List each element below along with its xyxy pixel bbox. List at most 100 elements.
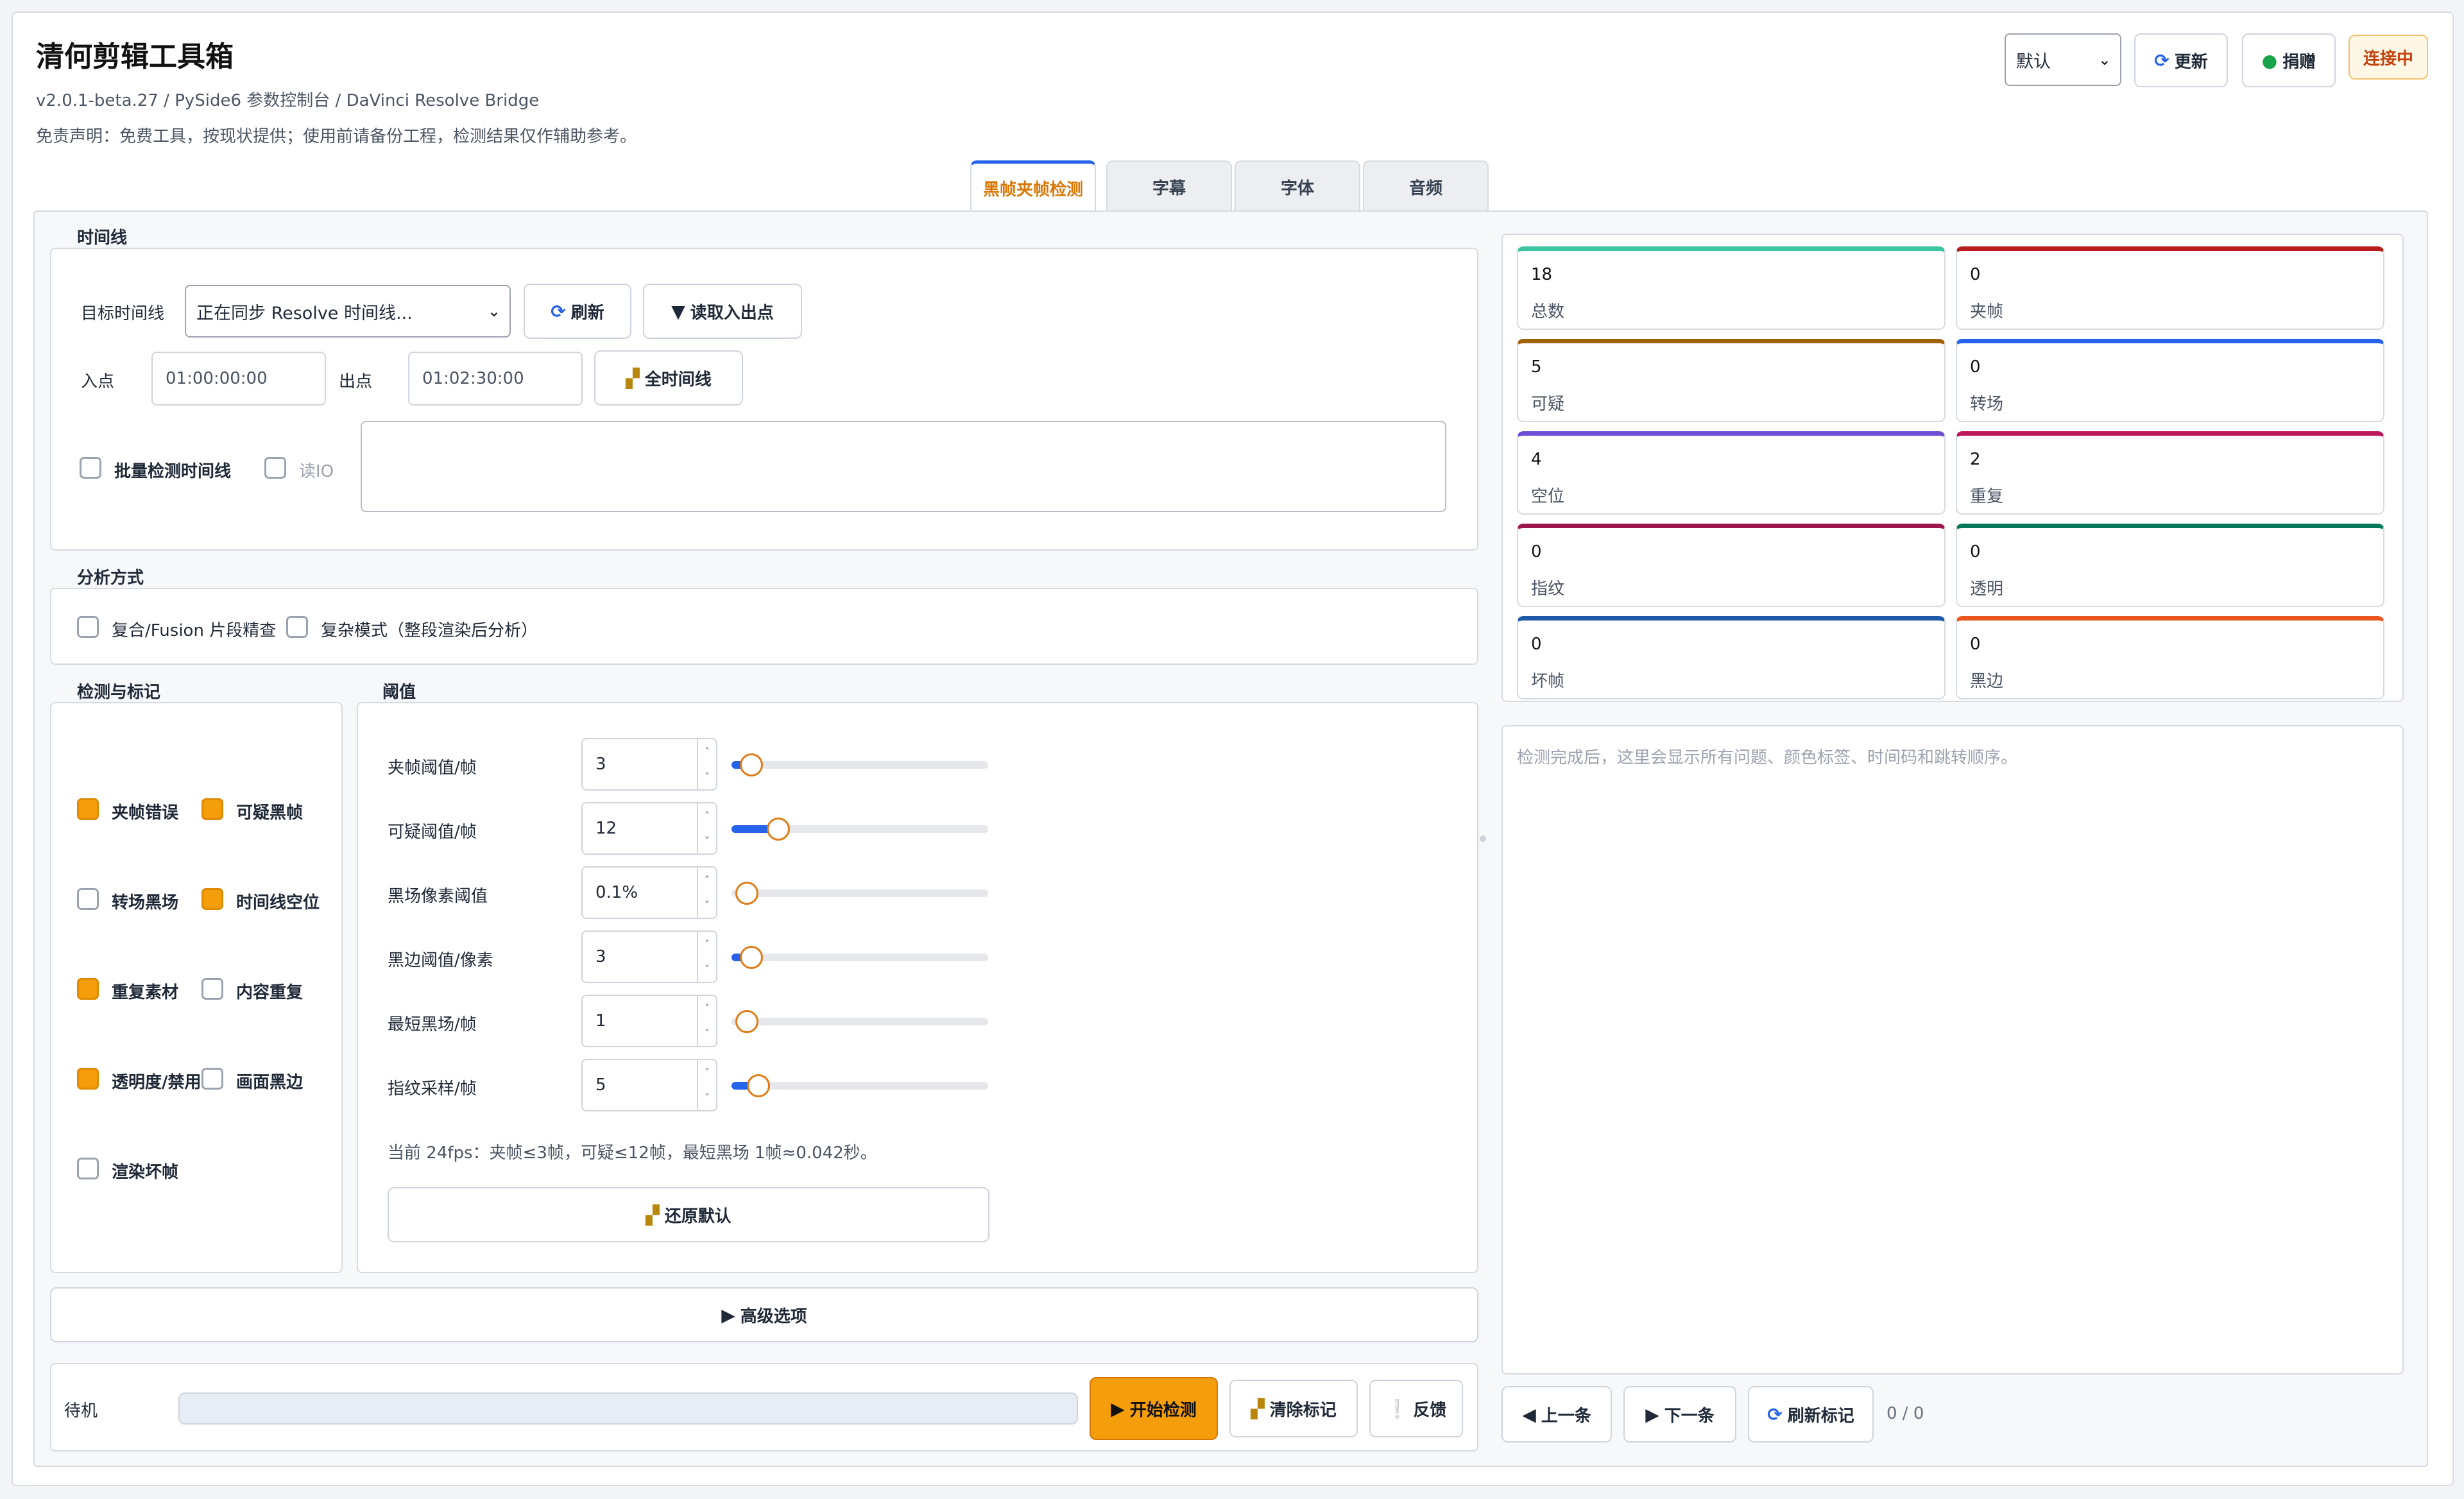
step-up-icon[interactable]: ˄ — [705, 810, 710, 822]
batch-detect-checkbox[interactable] — [80, 457, 101, 479]
detect-checkbox[interactable] — [77, 978, 99, 1000]
read-io-checkbox[interactable] — [264, 457, 286, 479]
full-timeline-button[interactable]: ▞ 全时间线 — [594, 350, 743, 406]
target-timeline-select[interactable]: 正在同步 Resolve 时间线... ⌄ — [185, 285, 511, 338]
detect-checkbox[interactable] — [201, 888, 223, 910]
read-io-button[interactable]: ▼ 读取入出点 — [643, 284, 802, 339]
clear-marks-button[interactable]: ▞ 清除标记 — [1229, 1380, 1358, 1437]
slider-handle[interactable] — [735, 1010, 758, 1033]
stat-card[interactable]: 0 夹帧 — [1956, 246, 2384, 330]
threshold-spinbox[interactable]: 3 ˄ ˅ — [581, 738, 717, 791]
next-issue-button[interactable]: ▶ 下一条 — [1623, 1386, 1736, 1443]
update-button[interactable]: ⟳ 更新 — [2134, 33, 2228, 87]
complex-mode-checkbox[interactable] — [286, 616, 308, 638]
stepper-arrows[interactable]: ˄ ˅ — [697, 996, 716, 1046]
step-up-icon[interactable]: ˄ — [705, 746, 710, 758]
threshold-spinbox[interactable]: 3 ˄ ˅ — [581, 930, 717, 983]
threshold-slider[interactable] — [732, 1010, 988, 1033]
stat-card[interactable]: 0 黑边 — [1956, 616, 2384, 699]
threshold-slider[interactable] — [732, 882, 988, 905]
threshold-spinbox[interactable]: 12 ˄ ˅ — [581, 802, 717, 855]
threshold-label: 夹帧阈值/帧 — [388, 758, 477, 778]
in-point-label: 入点 — [81, 372, 115, 391]
threshold-slider[interactable] — [732, 753, 988, 776]
detect-checkbox[interactable] — [201, 978, 223, 1000]
donate-button[interactable]: ● 捐赠 — [2242, 33, 2336, 87]
stat-value: 0 — [1970, 357, 1981, 377]
refresh-marks-label: 刷新标记 — [1787, 1406, 1854, 1426]
stat-card[interactable]: 2 重复 — [1956, 431, 2384, 515]
detect-checkbox[interactable] — [77, 1158, 99, 1179]
stepper-arrows[interactable]: ˄ ˅ — [697, 803, 716, 853]
stepper-arrows[interactable]: ˄ ˅ — [697, 868, 716, 918]
tab-black-frame[interactable]: 黑帧夹帧检测 — [970, 160, 1096, 213]
step-up-icon[interactable]: ˄ — [705, 1066, 710, 1079]
timeline-list-box[interactable] — [361, 421, 1446, 512]
out-point-label: 出点 — [339, 372, 373, 391]
step-up-icon[interactable]: ˄ — [705, 1002, 710, 1015]
threshold-spinbox[interactable]: 1 ˄ ˅ — [581, 995, 717, 1047]
chevron-down-icon: ⌄ — [2098, 51, 2111, 69]
threshold-spinbox[interactable]: 5 ˄ ˅ — [581, 1059, 717, 1111]
stat-card[interactable]: 0 指纹 — [1517, 524, 1946, 607]
slider-handle[interactable] — [740, 753, 764, 776]
tab-font[interactable]: 字体 — [1235, 160, 1360, 212]
prev-issue-button[interactable]: ◀ 上一条 — [1502, 1386, 1612, 1443]
detect-checkbox[interactable] — [77, 888, 99, 910]
slider-handle[interactable] — [735, 882, 758, 905]
fps-note: 当前 24fps：夹帧≤3帧，可疑≤12帧，最短黑场 1帧≈0.042秒。 — [388, 1144, 877, 1163]
start-detect-button[interactable]: ▶ 开始检测 — [1090, 1377, 1218, 1440]
threshold-label: 最短黑场/帧 — [388, 1015, 477, 1034]
refresh-icon: ⟳ — [1767, 1403, 1783, 1425]
stat-card[interactable]: 18 总数 — [1517, 246, 1946, 330]
reset-defaults-button[interactable]: ▞ 还原默认 — [388, 1187, 989, 1242]
detect-label: 渲染坏帧 — [112, 1163, 179, 1182]
feedback-button[interactable]: ❕ 反馈 — [1369, 1380, 1463, 1437]
stepper-arrows[interactable]: ˄ ˅ — [697, 739, 716, 789]
slider-handle[interactable] — [767, 818, 791, 841]
advanced-options-toggle[interactable]: ▶ 高级选项 — [50, 1287, 1478, 1342]
detect-checkbox[interactable] — [77, 798, 99, 820]
step-down-icon[interactable]: ˅ — [705, 771, 710, 783]
stat-card[interactable]: 4 空位 — [1517, 431, 1946, 515]
slider-handle[interactable] — [740, 946, 764, 969]
step-down-icon[interactable]: ˅ — [705, 1027, 710, 1040]
stepper-arrows[interactable]: ˄ ˅ — [697, 932, 716, 982]
detect-checkbox[interactable] — [201, 798, 223, 820]
stepper-arrows[interactable]: ˄ ˅ — [697, 1060, 716, 1110]
step-down-icon[interactable]: ˅ — [705, 1092, 710, 1104]
step-down-icon[interactable]: ˅ — [705, 899, 710, 911]
threshold-slider[interactable] — [732, 1074, 988, 1097]
step-down-icon[interactable]: ˅ — [705, 835, 710, 847]
stat-label: 透明 — [1970, 579, 2004, 599]
stat-card[interactable]: 0 转场 — [1956, 339, 2384, 422]
update-label: 更新 — [2174, 52, 2208, 72]
step-up-icon[interactable]: ˄ — [705, 938, 710, 950]
slider-handle[interactable] — [746, 1074, 770, 1097]
threshold-slider[interactable] — [732, 946, 988, 969]
out-point-input[interactable]: 01:02:30:00 — [408, 352, 583, 406]
stat-card[interactable]: 5 可疑 — [1517, 339, 1946, 422]
tab-audio[interactable]: 音频 — [1363, 160, 1489, 212]
tab-subtitle[interactable]: 字幕 — [1106, 160, 1232, 212]
caret-down-icon: ▼ — [671, 300, 685, 322]
detect-checkbox[interactable] — [201, 1068, 223, 1090]
threshold-slider[interactable] — [732, 818, 988, 841]
splitter-handle[interactable] — [1480, 835, 1486, 842]
in-point-input[interactable]: 01:00:00:00 — [151, 352, 326, 406]
preset-select[interactable]: 默认 ⌄ — [2005, 33, 2121, 86]
refresh-icon: ⟳ — [2154, 49, 2169, 71]
threshold-label: 可疑阈值/帧 — [388, 823, 477, 842]
refresh-marks-button[interactable]: ⟳ 刷新标记 — [1748, 1386, 1874, 1443]
stat-card[interactable]: 0 透明 — [1956, 524, 2384, 607]
stat-card[interactable]: 0 坏帧 — [1517, 616, 1946, 699]
chevron-down-icon: ⌄ — [487, 302, 501, 320]
detect-checkbox[interactable] — [77, 1068, 99, 1090]
step-up-icon[interactable]: ˄ — [705, 874, 710, 886]
stat-value: 2 — [1970, 450, 1981, 469]
step-down-icon[interactable]: ˅ — [705, 963, 710, 975]
results-list[interactable] — [1502, 725, 2404, 1375]
refresh-timeline-button[interactable]: ⟳ 刷新 — [524, 284, 631, 339]
threshold-spinbox[interactable]: 0.1% ˄ ˅ — [581, 866, 717, 919]
compound-check-checkbox[interactable] — [77, 616, 99, 638]
